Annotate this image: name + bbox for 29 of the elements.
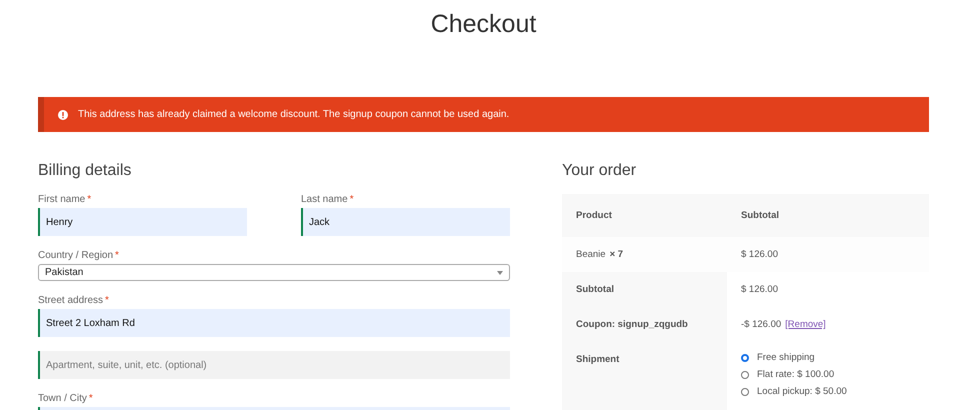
page-title: Checkout [430,9,538,40]
input-field[interactable]: Jack [301,208,510,236]
column-header: Product [562,194,727,237]
shipping-option[interactable]: Free shipping [741,352,847,363]
input-field[interactable]: Henry [38,208,247,236]
input-field[interactable]: Street 2 Loxham Rd [38,309,510,337]
field-label: Town / City * [38,393,94,404]
table-cell: Coupon: signup_zqgudb [562,307,727,342]
country-select[interactable]: Pakistan [38,264,510,281]
radio-button[interactable] [741,388,749,396]
alert-icon [58,110,68,120]
field-label: Street address * [38,295,110,306]
shipping-option[interactable]: Local pickup: $ 50.00 [741,386,847,397]
table-cell: Shipment [562,342,727,410]
radio-button[interactable] [741,354,749,362]
table-cell: Subtotal [562,272,727,307]
field-label: Last name * [301,194,355,205]
discount-amount: -$ 126.00 [741,319,782,330]
section-heading: Your order [562,162,638,180]
field-label: First name * [38,194,92,205]
section-heading: Billing details [38,162,132,180]
radio-button[interactable] [741,370,749,378]
remove-link[interactable]: [Remove] [785,319,826,330]
notice-text: This address has already claimed a welcome discount. The signup coupon cannot be used again. [78,109,510,120]
dropdown-caret-icon [497,270,503,274]
column-header: Subtotal [727,194,929,237]
shipping-option[interactable]: Flat rate: $ 100.00 [741,369,847,380]
input-field[interactable]: Apartment, suite, unit, etc. (optional) [38,351,510,379]
field-label: Country / Region * [38,250,120,261]
